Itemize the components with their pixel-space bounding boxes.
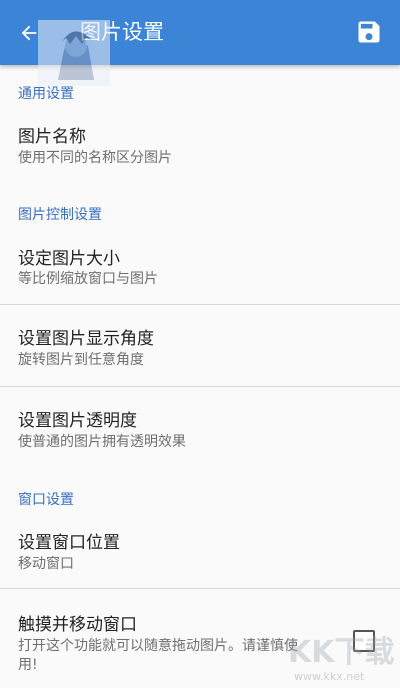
divider: [0, 304, 400, 305]
pref-image-opacity[interactable]: 设置图片透明度 使普通的图片拥有透明效果: [0, 395, 400, 457]
section-header-image-control: 图片控制设置: [18, 207, 102, 223]
pref-summary: 使普通的图片拥有透明效果: [18, 434, 186, 450]
section-header-window: 窗口设置: [18, 492, 74, 508]
pref-summary-line1: 打开这个功能就可以随意拖动图片。请谨慎使: [18, 638, 298, 654]
pref-title: 设定图片大小: [18, 249, 120, 269]
watermark-logo-icon: KK下载 www.kkx.net: [288, 635, 394, 683]
pref-image-size[interactable]: 设定图片大小 等比例缩放窗口与图片: [0, 232, 400, 304]
pref-title: 设置窗口位置: [18, 533, 120, 553]
arrow-left-icon: [21, 25, 37, 41]
pref-summary: 旋转图片到任意角度: [18, 352, 144, 368]
pref-summary: 移动窗口: [18, 556, 74, 572]
pref-title: 设置图片透明度: [18, 411, 137, 431]
pref-image-angle[interactable]: 设置图片显示角度 旋转图片到任意角度: [0, 312, 400, 386]
divider: [0, 588, 400, 589]
section-header-general: 通用设置: [18, 86, 74, 102]
divider: [0, 386, 400, 387]
pref-title: 设置图片显示角度: [18, 329, 154, 349]
avatar-logo-icon: [38, 20, 110, 86]
pref-title: 图片名称: [18, 127, 86, 147]
floppy-save-icon: [358, 21, 380, 43]
save-button[interactable]: [354, 17, 384, 47]
pref-image-name[interactable]: 图片名称 使用不同的名称区分图片: [0, 110, 400, 172]
svg-text:KK下载: KK下载: [288, 635, 394, 670]
pref-summary: 等比例缩放窗口与图片: [18, 271, 158, 287]
pref-summary: 使用不同的名称区分图片: [18, 150, 172, 166]
pref-window-position[interactable]: 设置窗口位置 移动窗口: [0, 516, 400, 580]
watermark-url: www.kkx.net: [294, 670, 365, 683]
pref-title: 触摸并移动窗口: [18, 615, 137, 635]
pref-summary-line2: 用!: [18, 657, 38, 673]
